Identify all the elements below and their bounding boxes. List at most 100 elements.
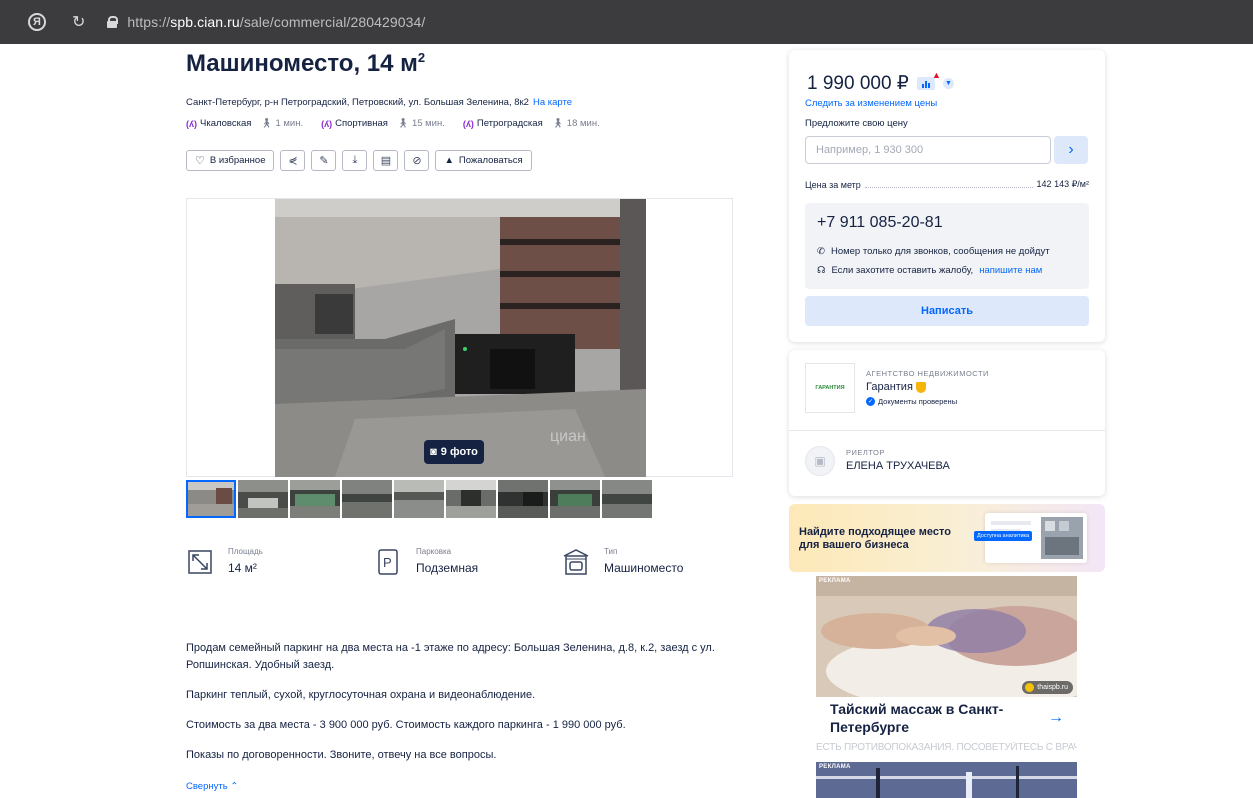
metro-walk: 15 мин. <box>411 118 445 129</box>
page-title: Машиноместо, 14 м2 <box>186 50 425 78</box>
fact-label: Парковка <box>416 547 452 556</box>
yandex-browser-icon[interactable]: Я <box>28 13 46 31</box>
avatar[interactable]: ▣ <box>805 446 835 476</box>
metro-name: Спортивная <box>335 118 388 129</box>
chevron-down-icon[interactable]: ▼ <box>942 78 954 89</box>
fact-label: Тип <box>604 547 618 556</box>
fact-value: Машиноместо <box>604 561 684 575</box>
complain-button[interactable]: ▲ Пожаловаться <box>435 150 532 171</box>
arrow-right-icon[interactable]: → <box>1048 709 1064 727</box>
svg-text:P: P <box>383 555 392 570</box>
lock-icon[interactable] <box>107 16 119 28</box>
follow-price-link[interactable]: Следить за изменением цены <box>805 98 937 109</box>
ad2-image <box>816 762 1077 798</box>
docs-verified-text: Документы проверены <box>878 397 958 406</box>
thumbnail-image <box>342 480 392 518</box>
address-text: Санкт-Петербург, р-н Петроградский, Петр… <box>186 97 529 108</box>
write-us-link[interactable]: напишите нам <box>979 265 1042 276</box>
metro-item[interactable]: (ʎ) Петроградская 🚶︎ 18 мин. <box>463 118 600 129</box>
thumbnail[interactable] <box>342 480 392 518</box>
url-path: /sale/commercial/280429034/ <box>239 14 426 30</box>
metro-item[interactable]: (ʎ) Чкаловская 🚶︎ 1 мин. <box>186 118 303 129</box>
price-up-icon: ▲ <box>931 70 941 80</box>
agency-logo[interactable]: ГАРАНТИЯ <box>805 363 855 413</box>
ad-image[interactable]: РЕКЛАМА thaispb.ru <box>816 576 1077 697</box>
complaint-note-text: Если захотите оставить жалобу, <box>831 265 974 276</box>
complain-label: Пожаловаться <box>458 155 523 166</box>
facts-row: Площадь 14 м² P Парковка Подземная Тип Маши… <box>186 545 750 576</box>
analytics-tag: Доступна аналитика <box>974 531 1033 541</box>
source-icon <box>1025 683 1035 692</box>
collapse-link[interactable]: Свернуть ⌃ <box>186 781 238 792</box>
reload-icon[interactable]: ↻ <box>72 12 85 32</box>
download-button[interactable]: ⤓ <box>342 150 368 171</box>
garage-icon <box>563 549 589 575</box>
description-paragraph: Паркинг теплый, сухой, круглосуточная ох… <box>186 689 536 701</box>
thumbnail[interactable] <box>602 480 652 518</box>
price-per-meter: Цена за метр 142 143 ₽/м² <box>805 179 1089 190</box>
description: Продам семейный паркинг на два места на … <box>186 640 746 777</box>
ad-block-2[interactable]: РЕКЛАМА <box>816 762 1077 798</box>
phone-number[interactable]: +7 911 085-20-81 <box>817 214 943 232</box>
pencil-icon: ✎ <box>319 155 329 167</box>
ad-source-text: thaispb.ru <box>1037 684 1068 691</box>
share-button[interactable]: ⋞ <box>280 150 306 171</box>
thumbnail-image <box>290 480 340 518</box>
metro-walk: 1 мин. <box>275 118 304 129</box>
url-host: spb.cian.ru <box>170 14 240 30</box>
agent-card: ГАРАНТИЯ АГЕНТСТВО НЕДВИЖИМОСТИ Гарантия… <box>789 350 1105 496</box>
edit-button[interactable]: ✎ <box>311 150 337 171</box>
thumbnail-image <box>186 480 236 518</box>
photo-gallery[interactable]: циан ◙ 9 фото <box>186 198 733 477</box>
hide-button[interactable]: ⊘ <box>404 150 430 171</box>
ad-source: thaispb.ru <box>1022 681 1073 694</box>
metro-icon: (ʎ) <box>321 118 333 129</box>
thumbnail-image <box>602 480 652 518</box>
agency-name[interactable]: Гарантия <box>866 381 926 393</box>
check-icon: ✓ <box>866 397 875 406</box>
metro-name: Петроградская <box>476 118 543 129</box>
ad-disclaimer: ЕСТЬ ПРОТИВОПОКАЗАНИЯ. ПОСОВЕТУЙТЕСЬ С В… <box>816 742 1077 753</box>
docs-verified: ✓ Документы проверены <box>866 397 957 406</box>
agency-type: АГЕНТСТВО НЕДВИЖИМОСТИ <box>866 369 989 378</box>
description-paragraph: Показы по договоренности. Звоните, отвеч… <box>186 749 497 761</box>
price-history-icon[interactable]: ▲ <box>916 70 941 90</box>
metro-item[interactable]: (ʎ) Спортивная 🚶︎ 15 мин. <box>321 118 445 129</box>
shield-icon <box>915 381 926 393</box>
description-paragraph: Продам семейный паркинг на два места на … <box>186 642 715 671</box>
write-button[interactable]: Написать <box>805 296 1089 326</box>
briefcase-icon: ▣ <box>814 454 826 468</box>
ad-block[interactable]: РЕКЛАМА thaispb.ru Тайский массаж в Санк… <box>816 576 1077 760</box>
photo-count-button[interactable]: ◙ 9 фото <box>424 440 484 464</box>
ppm-value: 142 143 ₽/м² <box>1036 179 1089 189</box>
address-bar[interactable]: https://spb.cian.ru/sale/commercial/2804… <box>127 14 425 30</box>
thumbnail[interactable] <box>186 480 236 518</box>
walk-icon: 🚶︎ <box>260 118 273 129</box>
collapse-label: Свернуть <box>186 781 228 792</box>
fact-label: Площадь <box>228 547 263 556</box>
thumbnail[interactable] <box>498 480 548 518</box>
main-photo[interactable]: циан <box>275 199 646 477</box>
price-card: 1 990 000 ₽ ▲ ▼ Следить за изменением це… <box>789 50 1105 342</box>
realtor-name[interactable]: ЕЛЕНА ТРУХАЧЕВА <box>846 460 950 472</box>
hide-icon: ⊘ <box>412 155 422 167</box>
offer-label: Предложите свою цену <box>805 118 908 129</box>
offer-submit-button[interactable]: › <box>1054 136 1088 164</box>
thumbnail-image <box>394 480 444 518</box>
area-icon <box>188 550 212 574</box>
print-button[interactable]: ▤ <box>373 150 399 171</box>
thumbnail[interactable] <box>446 480 496 518</box>
business-banner[interactable]: Найдите подходящее место для вашего бизн… <box>789 504 1105 572</box>
offer-input[interactable]: Например, 1 930 300 <box>805 136 1051 164</box>
favorite-button[interactable]: ♡ В избранное <box>186 150 275 171</box>
complaint-note: ☊ Если захотите оставить жалобу, напишите … <box>817 265 1042 276</box>
parking-icon: P <box>378 549 398 575</box>
download-icon: ⤓ <box>352 154 358 166</box>
thumbnail[interactable] <box>238 480 288 518</box>
thumbnail[interactable] <box>550 480 600 518</box>
fact-parking: P Парковка Подземная <box>374 545 562 576</box>
thumbnail[interactable] <box>394 480 444 518</box>
map-link[interactable]: На карте <box>533 97 572 108</box>
thumbnail[interactable] <box>290 480 340 518</box>
ad-title[interactable]: Тайский массаж в Санкт-Петербурге <box>830 700 1030 736</box>
